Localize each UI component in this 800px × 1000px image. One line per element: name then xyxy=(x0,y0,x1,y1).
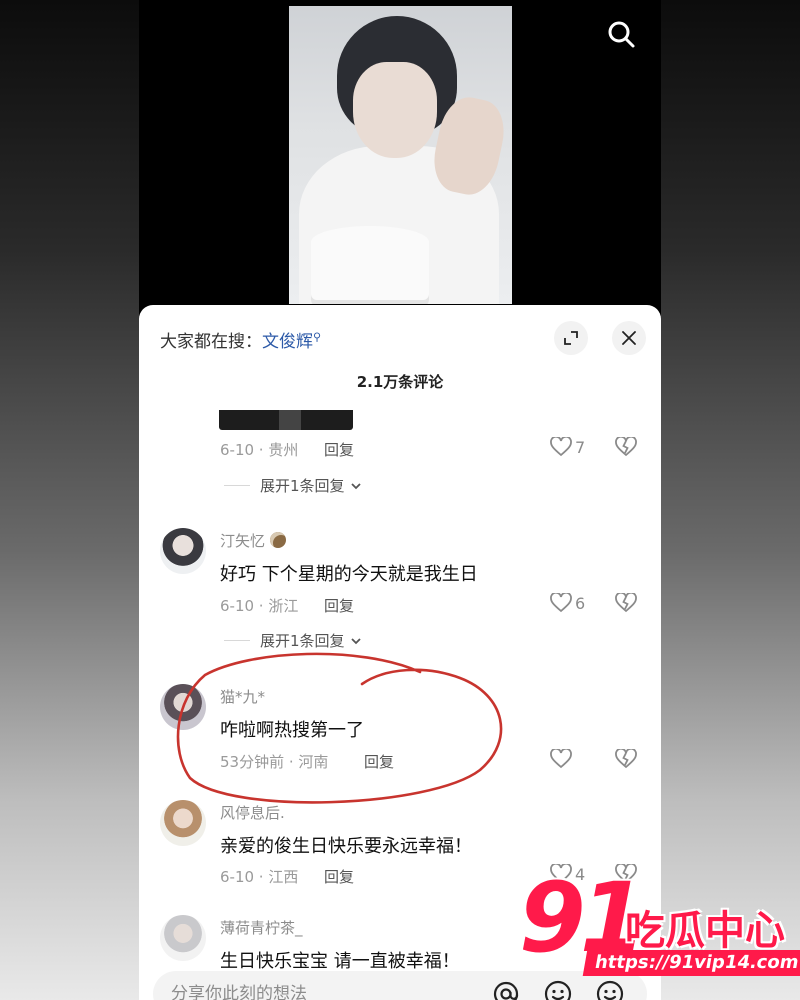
heart-icon xyxy=(550,749,572,769)
reply-button[interactable]: 回复 xyxy=(324,595,354,616)
hot-search-keyword[interactable]: 文俊辉 xyxy=(262,332,313,352)
comment-username[interactable]: 薄荷青柠茶_ xyxy=(220,917,303,938)
comment-text: 亲爱的俊生日快乐要永远幸福！ xyxy=(220,836,472,857)
broken-heart-icon xyxy=(615,591,637,613)
chevron-down-icon xyxy=(350,482,361,489)
search-small-icon: ⚲ xyxy=(313,330,322,344)
expand-replies-label: 展开1条回复 xyxy=(260,477,345,495)
close-button[interactable] xyxy=(612,321,646,355)
like-button[interactable]: 6 xyxy=(550,593,585,613)
close-icon xyxy=(622,331,636,345)
reply-button[interactable]: 回复 xyxy=(364,751,394,772)
coconut-emoji xyxy=(269,532,286,548)
reply-button[interactable]: 回复 xyxy=(324,439,354,460)
dislike-button[interactable] xyxy=(615,747,637,773)
comment-meta: 6-10 · 浙江 xyxy=(220,597,299,615)
comment-meta: 6-10 · 贵州 xyxy=(220,441,299,459)
comment-text: 生日快乐宝宝 请一直被幸福！ xyxy=(220,951,460,970)
search-icon xyxy=(608,21,635,48)
phone-screen: 大家都在搜：文俊辉⚲ 2.1万条评论 6-10 · 贵州 回复 7 展开1条回复… xyxy=(139,0,661,1000)
comment-sheet-header: 大家都在搜：文俊辉⚲ xyxy=(139,305,661,365)
comment-username[interactable]: 汀矢忆 xyxy=(220,530,286,551)
like-button[interactable]: 7 xyxy=(550,437,585,457)
expand-replies[interactable]: 展开1条回复 xyxy=(224,630,363,651)
broken-heart-icon xyxy=(615,435,637,457)
comment-meta: 6-10 · 江西 xyxy=(220,868,299,886)
broken-heart-icon xyxy=(615,747,637,769)
video-frame-photo xyxy=(289,6,512,304)
avatar[interactable] xyxy=(160,684,206,730)
like-count: 6 xyxy=(575,593,586,613)
avatar[interactable] xyxy=(160,800,206,846)
expand-button[interactable] xyxy=(554,321,588,355)
avatar[interactable] xyxy=(160,915,206,961)
expand-replies-label: 展开1条回复 xyxy=(260,632,345,650)
hot-search-link[interactable]: 大家都在搜：文俊辉⚲ xyxy=(160,327,321,352)
chevron-down-icon xyxy=(350,637,361,644)
search-button[interactable] xyxy=(603,16,639,52)
reply-button[interactable]: 回复 xyxy=(324,866,354,887)
comment-image[interactable] xyxy=(219,410,353,430)
like-count: 7 xyxy=(575,437,586,457)
heart-icon xyxy=(550,593,572,613)
comment-input[interactable] xyxy=(171,979,471,1000)
dislike-button[interactable] xyxy=(615,435,637,461)
expand-replies[interactable]: 展开1条回复 xyxy=(224,475,363,496)
site-watermark: 91 吃瓜中心 https://91vip14.com xyxy=(515,862,800,985)
heart-icon xyxy=(550,437,572,457)
dislike-button[interactable] xyxy=(615,591,637,617)
comment-username[interactable]: 猫*九* xyxy=(220,686,265,707)
like-button[interactable] xyxy=(550,749,575,769)
comment-text: 好巧 下个星期的今天就是我生日 xyxy=(220,564,478,585)
watermark-url: https://91vip14.com xyxy=(582,950,800,976)
comment-text: 咋啦啊热搜第一了 xyxy=(220,720,364,741)
comment-username[interactable]: 风停息后. xyxy=(220,802,285,823)
hot-search-prefix: 大家都在搜： xyxy=(160,332,262,352)
video-player[interactable] xyxy=(139,0,661,320)
comment-meta: 53分钟前 · 河南 xyxy=(220,753,329,771)
comment-count: 2.1万条评论 xyxy=(356,373,444,391)
avatar[interactable] xyxy=(160,528,206,574)
expand-icon xyxy=(564,331,578,345)
watermark-name: 吃瓜中心 xyxy=(625,908,785,954)
